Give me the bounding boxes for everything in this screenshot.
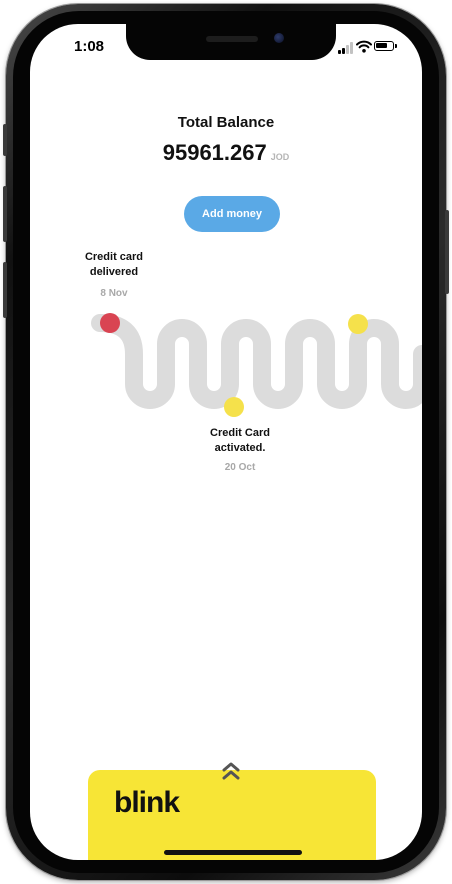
battery-icon [374, 41, 394, 51]
wave-track [91, 314, 422, 409]
app-screen: 1:08 Total Balance 95961.267 JOD Add mone… [30, 24, 422, 860]
total-balance-title: Total Balance [177, 114, 275, 131]
wifi-icon [356, 40, 372, 53]
timeline-dot-activated [224, 397, 244, 417]
timeline-dot-delivered [100, 313, 120, 333]
status-icons [338, 40, 402, 54]
status-time: 1:08 [74, 38, 105, 55]
timeline-path [91, 313, 422, 417]
card-brand-logo: blink [114, 786, 180, 819]
event-title-delivered: Credit card delivered [64, 250, 164, 280]
event-title-line: Credit Card [210, 427, 270, 439]
home-indicator[interactable] [164, 850, 302, 855]
timeline-dot-upcoming [348, 314, 368, 334]
battery-tip [395, 44, 397, 48]
add-money-button[interactable]: Add money [184, 196, 280, 232]
balance-currency: JOD [270, 152, 290, 162]
event-date-activated: 20 Oct [224, 462, 256, 473]
mute-switch [3, 124, 7, 156]
volume-up-button [3, 186, 7, 242]
event-title-line: Credit card [84, 251, 144, 263]
event-title-line: delivered [89, 266, 139, 278]
balance-amount: 95961.267 [162, 140, 267, 165]
event-title-line: activated. [214, 442, 266, 454]
volume-down-button [3, 262, 7, 318]
power-button [445, 210, 449, 294]
balance-row: 95961.267 JOD [30, 140, 422, 166]
notch [126, 24, 336, 60]
event-date-delivered: 8 Nov [100, 288, 128, 299]
speaker-grille [206, 36, 258, 42]
front-camera-icon [274, 33, 284, 43]
card-preview[interactable]: blink [88, 770, 376, 860]
chevron-up-icon[interactable] [221, 760, 241, 782]
event-title-activated: Credit Card activated. [190, 426, 290, 456]
